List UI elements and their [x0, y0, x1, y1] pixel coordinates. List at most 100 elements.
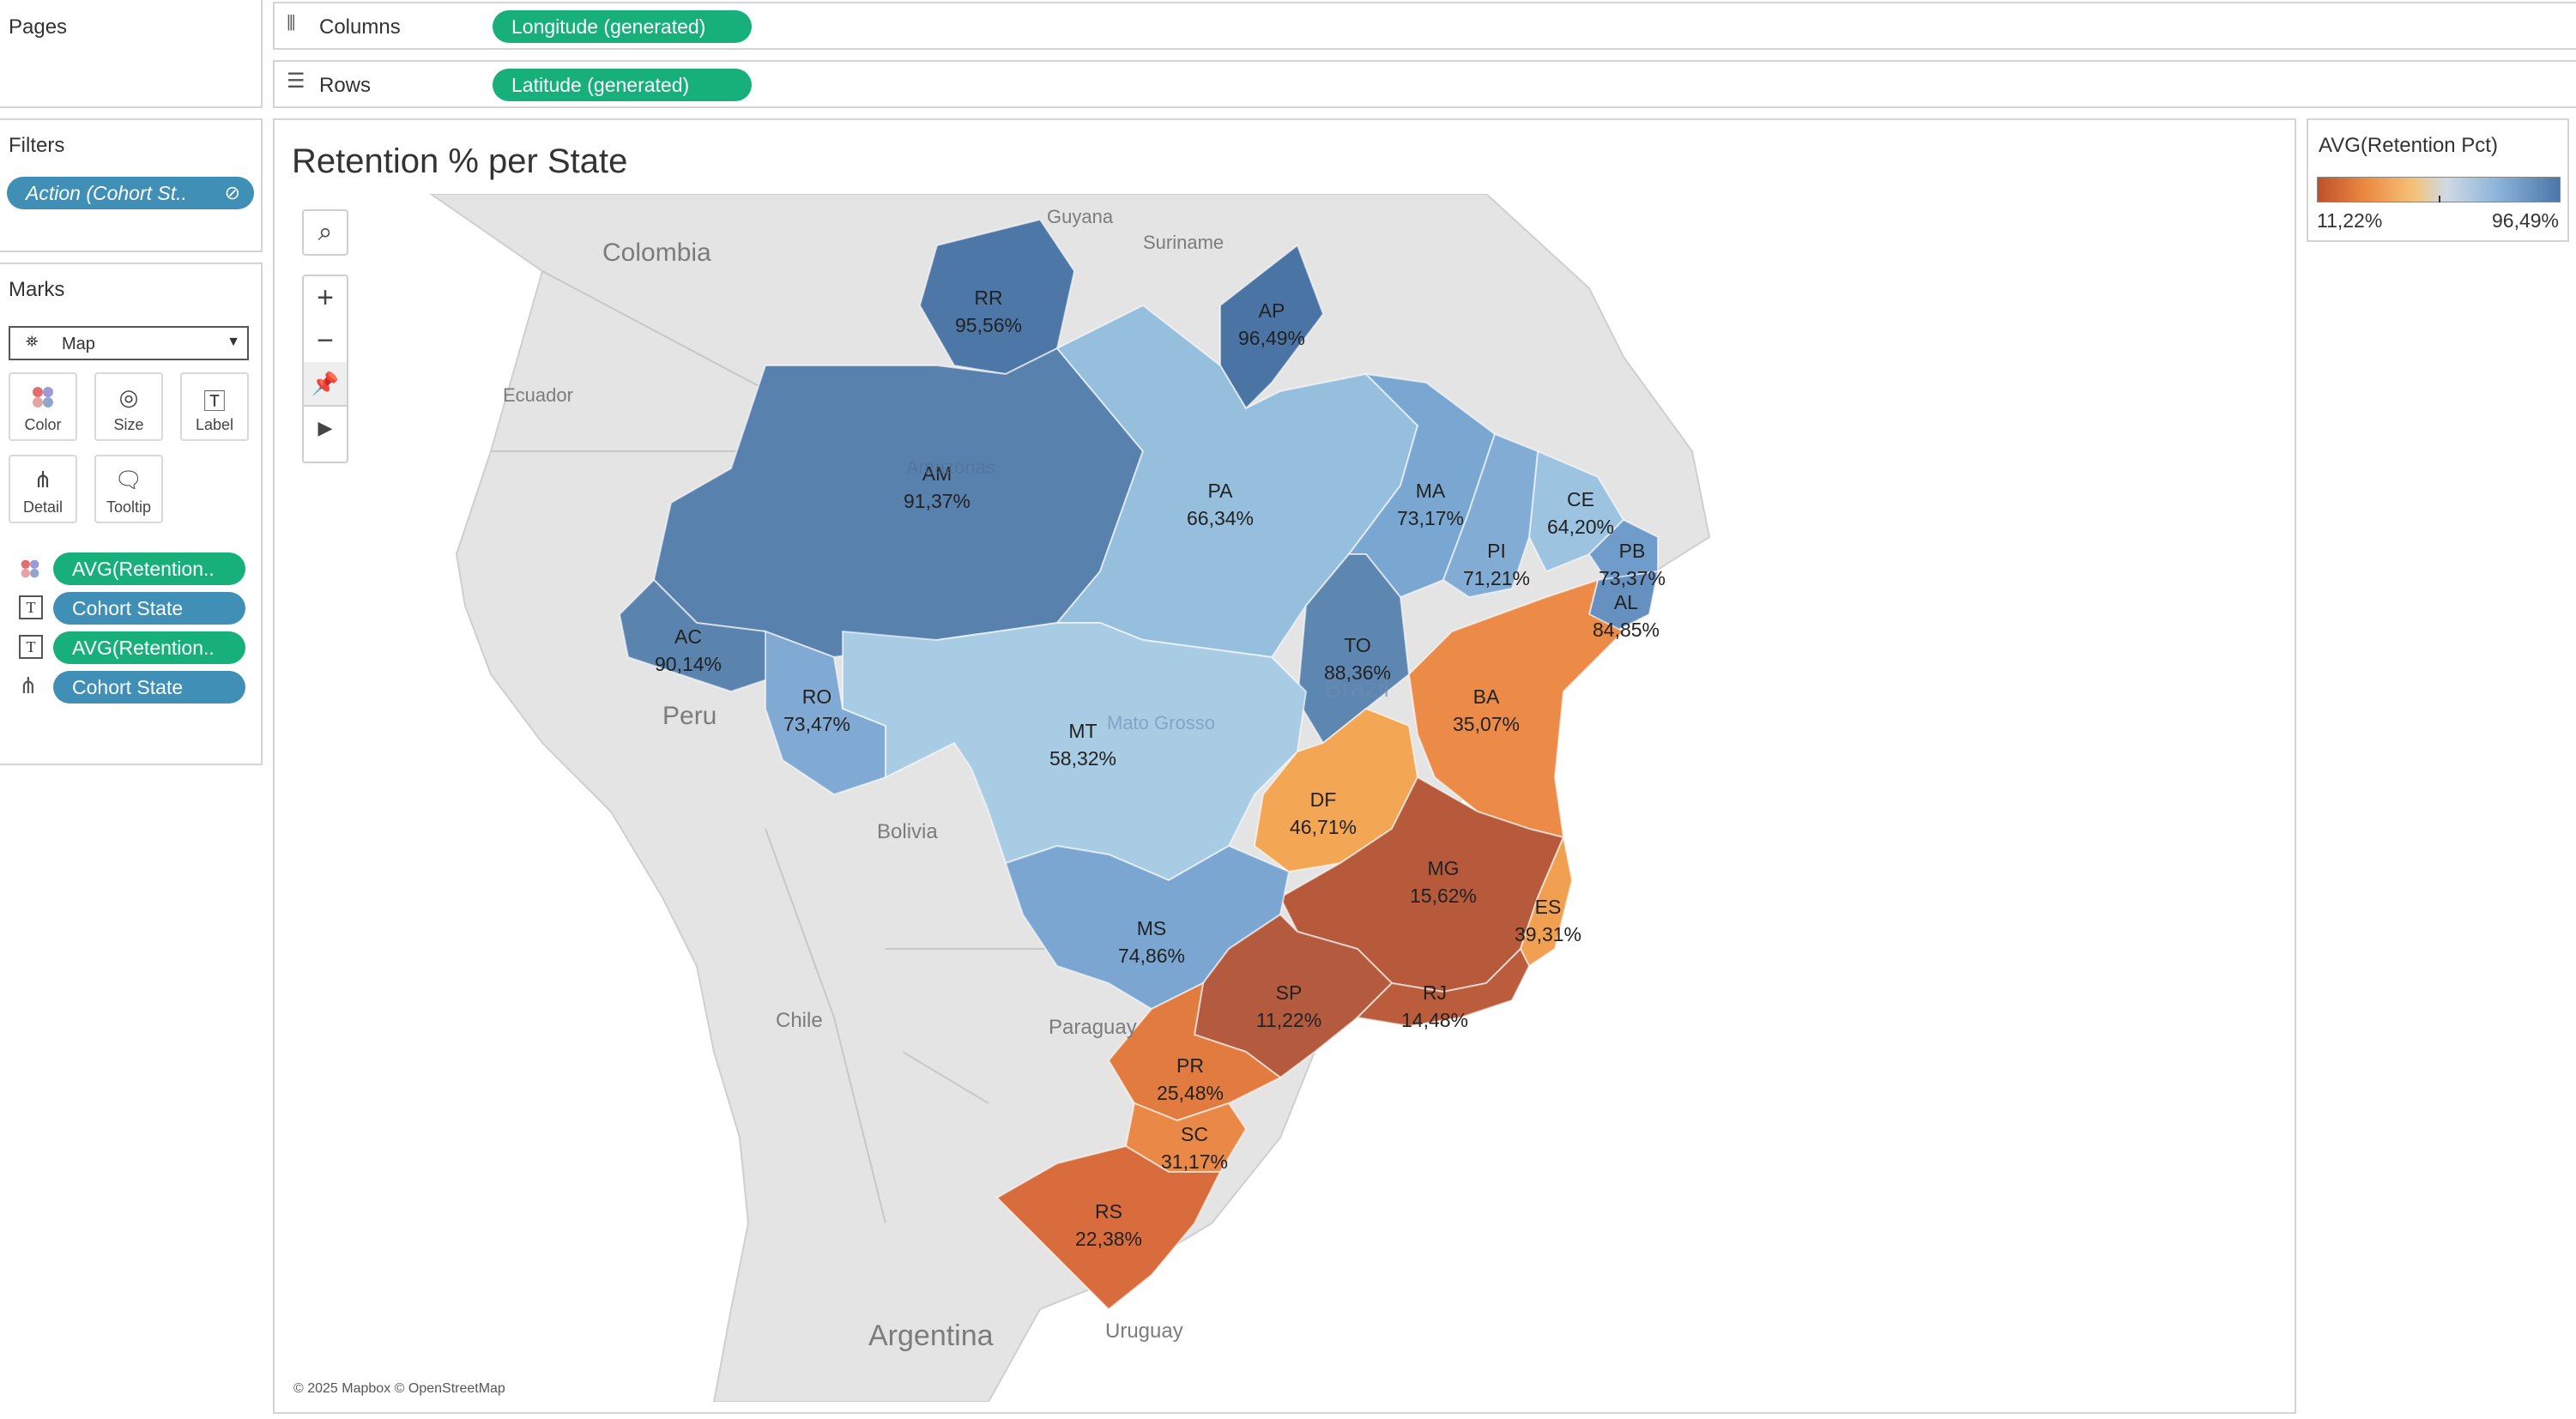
state-value-label: 35,07% [1453, 713, 1520, 735]
mark-field-row: AVG(Retention.. [0, 551, 263, 585]
marks-label-button[interactable]: 🅃 Label [180, 372, 249, 441]
sheet-title: Retention % per State [292, 142, 628, 180]
filter-pill-label: Action (Cohort St.. [26, 182, 187, 204]
minus-icon: − [317, 324, 334, 357]
region-label-amazonas: Amazonas [906, 456, 995, 478]
state-code-label: DF [1310, 788, 1337, 811]
rows-shelf[interactable]: ☰ Rows Latitude (generated) [273, 60, 2576, 108]
state-value-label: 14,48% [1401, 1009, 1468, 1031]
country-label-peru: Peru [662, 702, 717, 730]
state-value-label: 73,17% [1397, 507, 1464, 529]
state-code-label: SC [1181, 1123, 1208, 1145]
mark-field-row: T Cohort State [0, 590, 263, 625]
state-value-label: 71,21% [1463, 567, 1530, 589]
pages-title: Pages [9, 15, 68, 39]
state-code-label: RO [802, 685, 832, 708]
plus-icon: + [317, 281, 334, 314]
state-value-label: 90,14% [655, 653, 722, 675]
country-label-argentina: Argentina [868, 1319, 994, 1352]
country-label-guyana: Guyana [1047, 206, 1114, 227]
marks-size-button[interactable]: ◎ Size [94, 372, 163, 441]
state-code-label: PR [1176, 1054, 1204, 1077]
state-code-label: PB [1619, 540, 1646, 562]
state-code-label: RS [1095, 1200, 1122, 1223]
zoom-out-button[interactable]: − [304, 319, 347, 362]
field-pill-avg-retention-label[interactable]: AVG(Retention.. [53, 631, 245, 664]
state-value-label: 31,17% [1161, 1150, 1228, 1173]
state-code-label: RJ [1423, 981, 1447, 1004]
state-value-label: 58,32% [1049, 747, 1116, 770]
pages-card: Pages [0, 0, 263, 108]
zoom-in-button[interactable]: + [304, 276, 347, 319]
rows-icon: ☰ [287, 69, 305, 93]
state-code-label: MG [1427, 857, 1459, 879]
region-label-mato-grosso: Mato Grosso [1107, 712, 1215, 734]
marks-detail-label: Detail [22, 498, 63, 516]
columns-pill-longitude[interactable]: Longitude (generated) [493, 10, 752, 43]
state-value-label: 95,56% [955, 314, 1022, 336]
marks-tooltip-button[interactable]: 🗨 Tooltip [94, 455, 163, 523]
unpin-map-button[interactable]: 📌 [304, 362, 347, 405]
state-value-label: 15,62% [1410, 885, 1477, 907]
color-dots-icon [10, 384, 76, 416]
play-triangle-icon: ▶ [317, 417, 333, 438]
field-pill-cohort-state-label[interactable]: Cohort State [53, 592, 245, 625]
field-pill-avg-retention-color[interactable]: AVG(Retention.. [53, 553, 245, 585]
map-toolbar-expand-button[interactable]: ▶ [304, 405, 347, 450]
size-circles-icon: ◎ [118, 384, 139, 410]
state-value-label: 84,85% [1593, 619, 1660, 641]
country-label-paraguay: Paraguay [1049, 1016, 1137, 1039]
mark-type-select[interactable]: ⛯ Map ▼ [9, 326, 249, 360]
field-pill-cohort-state-detail[interactable]: Cohort State [53, 671, 245, 703]
marks-color-button[interactable]: Color [9, 372, 77, 441]
map-canvas[interactable]: RR95,56%AP96,49%AM91,37% PA66,34%MA73,17%… [285, 194, 2284, 1402]
state-value-label: 25,48% [1157, 1082, 1224, 1104]
map-attribution[interactable]: © 2025 Mapbox © OpenStreetMap [293, 1381, 505, 1397]
country-label-brazil: Brazil [1325, 674, 1390, 703]
link-icon: ⊘ [224, 182, 240, 203]
state-code-label: SP [1276, 981, 1303, 1004]
state-code-label: PA [1208, 480, 1234, 502]
state-code-label: MA [1416, 480, 1446, 502]
color-legend[interactable]: AVG(Retention Pct) 11,22% 96,49% [2307, 118, 2569, 242]
marks-detail-button[interactable]: ⋔ Detail [9, 455, 77, 523]
filters-title: Filters [9, 134, 65, 157]
columns-shelf[interactable]: ⦀ Columns Longitude (generated) [273, 2, 2576, 50]
state-value-label: 73,37% [1599, 567, 1666, 589]
state-code-label: RR [974, 287, 1002, 309]
state-code-label: PI [1487, 540, 1506, 562]
detail-tree-icon: ⋔ [33, 467, 52, 492]
map-search-button[interactable]: ⌕ [302, 209, 348, 256]
marks-label-label: Label [195, 416, 234, 433]
rows-pill-latitude[interactable]: Latitude (generated) [493, 69, 752, 101]
state-value-label: 22,38% [1075, 1228, 1142, 1250]
legend-center-tick [2439, 196, 2440, 202]
state-code-label: TO [1344, 634, 1371, 656]
state-code-label: MT [1068, 720, 1097, 742]
country-label-colombia: Colombia [602, 239, 711, 267]
country-label-chile: Chile [776, 1009, 823, 1032]
mark-field-row: ⋔ Cohort State [0, 669, 263, 703]
filter-pill-action[interactable]: Action (Cohort St.. ⊘ [7, 177, 254, 209]
marks-size-label: Size [113, 416, 144, 433]
state-value-label: 39,31% [1515, 923, 1581, 945]
legend-min-label: 11,22% [2317, 209, 2383, 232]
country-label-suriname: Suriname [1143, 232, 1225, 253]
state-code-label: AC [674, 625, 702, 648]
state-code-label: AL [1614, 591, 1638, 613]
state-value-label: 74,86% [1118, 945, 1185, 967]
country-label-ecuador: Ecuador [503, 384, 573, 406]
map-area[interactable]: RR 95,56% AP 96,49% AM 91,37% PA 66,34% MA 73,17%… [285, 194, 2284, 1402]
search-icon: ⌕ [317, 218, 333, 246]
chevron-down-icon: ▼ [227, 335, 240, 349]
marks-tooltip-label: Tooltip [106, 498, 152, 516]
state-value-label: 46,71% [1290, 816, 1357, 838]
state-code-label: MS [1137, 917, 1167, 939]
country-label-uruguay: Uruguay [1105, 1319, 1183, 1343]
legend-max-label: 96,49% [2491, 209, 2559, 232]
marks-card: Marks ⛯ Map ▼ Color ◎ Size 🅃 Label ⋔ Det… [0, 263, 263, 765]
state-value-label: 73,47% [783, 713, 850, 735]
mark-type-label: Map [62, 335, 95, 353]
filters-card: Filters Action (Cohort St.. ⊘ [0, 118, 263, 252]
marks-color-label: Color [24, 416, 62, 433]
